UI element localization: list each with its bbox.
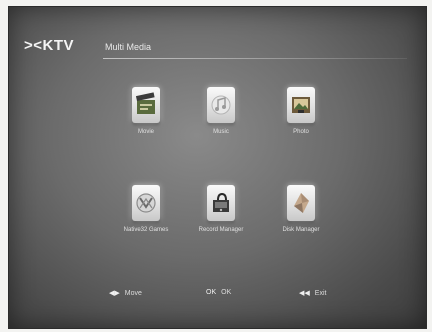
tile-label: Music [213, 129, 229, 135]
tile-record-manager[interactable]: Record Manager [181, 185, 261, 265]
tile-photo[interactable]: Photo [261, 87, 341, 167]
hint-exit: ◀◀ Exit [299, 289, 326, 297]
hint-ok: OK OK [206, 289, 231, 296]
disk-manager-icon [287, 185, 315, 221]
brand-logo: ><KTV [24, 37, 74, 54]
music-icon [207, 87, 235, 123]
tile-label: Record Manager [198, 227, 244, 233]
movie-icon [132, 87, 160, 123]
tile-label: Disk Manager [282, 227, 320, 233]
tile-native32-games[interactable]: Native32 Games [106, 185, 186, 265]
logo-text: KTV [42, 37, 75, 54]
page-title: Multi Media [105, 42, 152, 52]
games-icon [132, 185, 160, 221]
exit-key-icon: ◀◀ [299, 290, 310, 297]
record-manager-icon [207, 185, 235, 221]
tile-label: Photo [293, 129, 309, 135]
hint-label: Move [124, 290, 142, 297]
photo-icon [287, 87, 315, 123]
title-divider [103, 58, 407, 59]
arrows-icon: ◀▶ [109, 290, 120, 297]
tv-screen: ><KTV Multi Media Movie Music Photo Nati… [8, 6, 427, 329]
key-hints-bar: ◀▶ Move OK OK ◀◀ Exit [9, 289, 426, 305]
tile-music[interactable]: Music [181, 87, 261, 167]
hint-label: Exit [314, 290, 327, 297]
hint-label: OK [221, 289, 232, 296]
tile-movie[interactable]: Movie [106, 87, 186, 167]
hint-move: ◀▶ Move [109, 289, 142, 297]
tile-label: Movie [137, 129, 154, 135]
ok-key-icon: OK [206, 289, 217, 296]
tile-disk-manager[interactable]: Disk Manager [261, 185, 341, 265]
tile-label: Native32 Games [123, 227, 169, 233]
logo-mark-icon: >< [24, 37, 43, 54]
